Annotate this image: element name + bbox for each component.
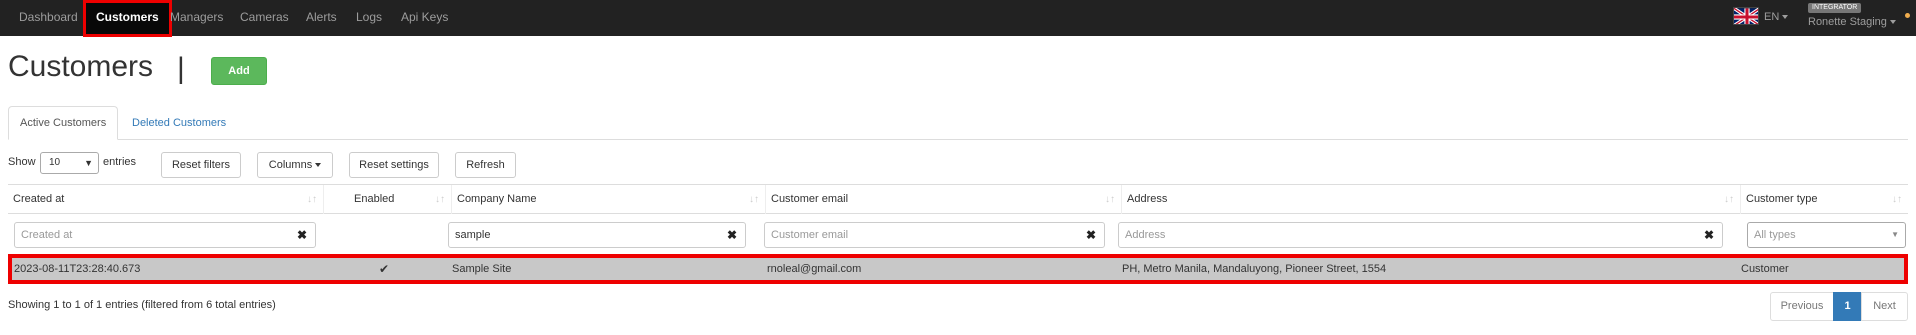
pagination-previous[interactable]: Previous — [1770, 292, 1834, 321]
column-header-created-at[interactable]: Created at ↓↑ — [8, 185, 324, 214]
filter-placeholder: Address — [1125, 229, 1166, 241]
column-header-customer-type[interactable]: Customer type ↓↑ — [1741, 185, 1908, 214]
chevron-down-icon: ▼ — [1891, 230, 1899, 239]
role-badge: INTEGRATOR — [1808, 3, 1862, 13]
column-label: Company Name — [457, 193, 537, 205]
filter-customer-email-input[interactable]: Customer email ✖ — [764, 222, 1105, 248]
nav-managers[interactable]: Managers — [170, 0, 223, 36]
cell-address: PH, Metro Manila, Mandaluyong, Pioneer S… — [1122, 263, 1387, 275]
sort-icon: ↓↑ — [307, 194, 317, 205]
nav-logs[interactable]: Logs — [356, 0, 382, 36]
pagination-page-1[interactable]: 1 — [1833, 292, 1862, 321]
language-label: EN — [1764, 11, 1780, 23]
filter-placeholder: All types — [1754, 229, 1796, 241]
reset-settings-button[interactable]: Reset settings — [349, 152, 439, 178]
filter-placeholder: Created at — [21, 229, 73, 241]
checkmark-icon: ✔ — [379, 262, 390, 276]
sort-icon: ↓↑ — [1892, 194, 1902, 205]
clear-icon[interactable]: ✖ — [727, 223, 737, 247]
user-menu[interactable]: Ronette Staging — [1808, 16, 1896, 28]
entries-value: 10 — [49, 157, 61, 168]
sort-icon: ↓↑ — [1724, 194, 1734, 205]
caret-down-icon — [1782, 15, 1789, 20]
add-button[interactable]: Add — [211, 57, 267, 85]
column-label: Customer type — [1746, 193, 1818, 205]
nav-api-keys[interactable]: Api Keys — [401, 0, 448, 36]
nav-dashboard[interactable]: Dashboard — [19, 0, 78, 36]
page-title: Customers — [8, 50, 154, 83]
column-label: Address — [1127, 193, 1168, 205]
notification-dot-icon — [1905, 13, 1910, 18]
table-row[interactable]: 2023-08-11T23:28:40.673 ✔ Sample Site rn… — [8, 254, 1908, 284]
filter-company-name-input[interactable]: sample ✖ — [448, 222, 746, 248]
entries-label: entries — [103, 156, 137, 168]
user-name: Ronette Staging — [1808, 16, 1887, 28]
clear-icon[interactable]: ✖ — [1704, 223, 1714, 247]
column-header-enabled[interactable]: Enabled ↓↑ — [324, 185, 452, 214]
column-label: Customer email — [771, 193, 849, 205]
tabs-divider — [8, 139, 1908, 140]
show-label: Show — [8, 156, 36, 168]
entries-per-page-select[interactable]: 10 ▼ — [40, 152, 99, 174]
sort-icon: ↓↑ — [435, 194, 445, 205]
nav-cameras[interactable]: Cameras — [240, 0, 289, 36]
uk-flag-icon[interactable] — [1733, 7, 1759, 25]
nav-alerts[interactable]: Alerts — [306, 0, 337, 36]
nav-customers[interactable]: Customers — [83, 0, 172, 37]
title-separator: | — [177, 52, 185, 85]
filter-customer-type-select[interactable]: All types ▼ — [1747, 222, 1906, 248]
column-label: Created at — [13, 193, 65, 205]
caret-down-icon — [315, 163, 322, 168]
refresh-button[interactable]: Refresh — [455, 152, 516, 178]
top-navbar: Dashboard Customers Managers Cameras Ale… — [0, 0, 1916, 37]
columns-label: Columns — [268, 159, 313, 171]
table-header: Created at ↓↑ Enabled ↓↑ Company Name ↓↑ Cu… — [8, 184, 1908, 214]
columns-button[interactable]: Columns — [257, 152, 333, 178]
filter-address-input[interactable]: Address ✖ — [1118, 222, 1723, 248]
cell-customer-type: Customer — [1741, 263, 1789, 275]
sort-icon: ↓↑ — [1105, 194, 1115, 205]
column-label: Enabled — [354, 193, 395, 205]
tab-active-customers[interactable]: Active Customers — [8, 106, 119, 140]
sort-icon: ↓↑ — [749, 194, 759, 205]
table-info: Showing 1 to 1 of 1 entries (filtered fr… — [8, 299, 276, 311]
reset-filters-button[interactable]: Reset filters — [161, 152, 241, 178]
clear-icon[interactable]: ✖ — [1086, 223, 1096, 247]
cell-customer-email: rnoleal@gmail.com — [767, 263, 862, 275]
column-header-address[interactable]: Address ↓↑ — [1122, 185, 1741, 214]
chevron-down-icon: ▼ — [84, 158, 93, 168]
tab-deleted-customers[interactable]: Deleted Customers — [120, 106, 238, 140]
pagination-next[interactable]: Next — [1861, 292, 1908, 321]
column-header-company-name[interactable]: Company Name ↓↑ — [452, 185, 766, 214]
cell-company-name: Sample Site — [452, 263, 512, 275]
filter-created-at-input[interactable]: Created at ✖ — [14, 222, 316, 248]
cell-created-at: 2023-08-11T23:28:40.673 — [14, 263, 141, 275]
filter-placeholder: Customer email — [771, 229, 849, 241]
language-dropdown[interactable]: EN — [1764, 0, 1789, 36]
clear-icon[interactable]: ✖ — [297, 223, 307, 247]
column-header-customer-email[interactable]: Customer email ↓↑ — [766, 185, 1122, 214]
caret-down-icon — [1889, 20, 1896, 25]
filter-value: sample — [455, 229, 491, 241]
